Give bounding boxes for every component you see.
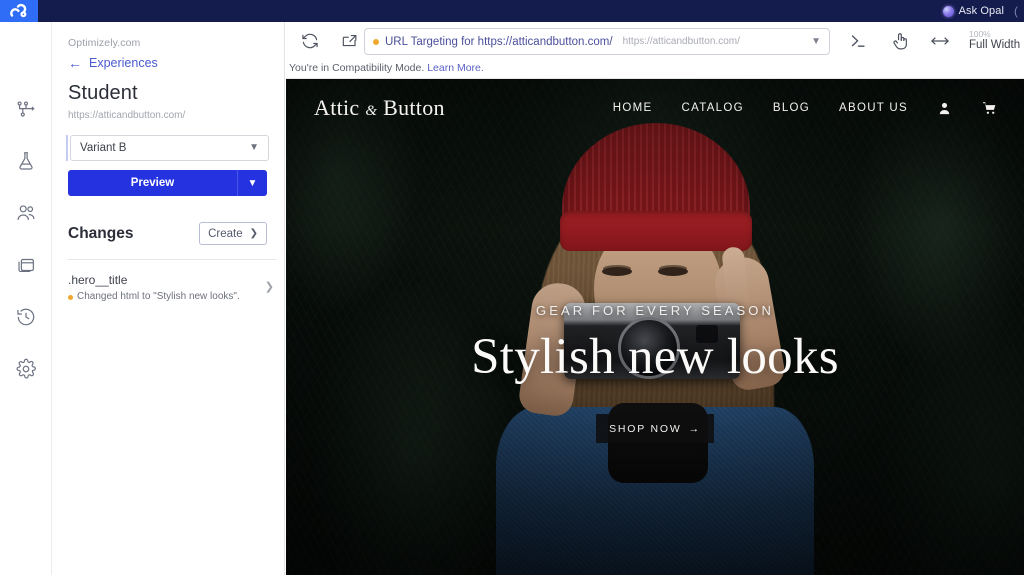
variant-accent-bar — [66, 135, 68, 161]
brand-word-2: Button — [383, 95, 445, 120]
learn-more-link[interactable]: Learn More. — [427, 62, 484, 74]
arrow-right-icon: → — [689, 423, 701, 435]
ask-opal-button[interactable]: Ask Opal — [943, 5, 1004, 17]
chevron-right-icon: ❯ — [265, 280, 274, 293]
status-dot-icon — [68, 295, 73, 300]
pages-icon[interactable] — [11, 250, 41, 280]
audiences-icon[interactable] — [11, 198, 41, 228]
user-icon[interactable] — [937, 101, 952, 116]
shop-now-button[interactable]: SHOP NOW → — [596, 414, 714, 443]
nav-item-home[interactable]: HOME — [613, 102, 653, 114]
history-icon[interactable] — [11, 302, 41, 332]
shopping-cart-icon[interactable] — [981, 100, 998, 116]
create-button-label: Create — [208, 228, 243, 240]
nav-item-catalog[interactable]: CATALOG — [682, 102, 744, 114]
horizontal-resize-icon[interactable] — [928, 28, 952, 54]
optimizely-logo[interactable] — [0, 0, 38, 22]
toolbar-left-icons — [300, 31, 362, 53]
ask-opal-label: Ask Opal — [959, 5, 1004, 17]
site-navigation: Attic & Button HOME CATALOG BLOG ABOUT U… — [286, 79, 1024, 137]
console-icon[interactable] — [846, 28, 870, 54]
hero-copy: GEAR FOR EVERY SEASON Stylish new looks … — [286, 303, 1024, 443]
panel-divider — [68, 259, 276, 260]
change-selector: .hero__title — [68, 273, 274, 287]
chevron-down-icon: ▼ — [249, 143, 259, 153]
url-value: https://atticandbutton.com/ — [623, 36, 812, 47]
variant-selector-wrap: Variant B ▼ — [68, 135, 268, 161]
url-targeting-bar[interactable]: URL Targeting for https://atticandbutton… — [364, 28, 830, 55]
arrow-left-icon: ← — [68, 56, 82, 70]
nav-item-blog[interactable]: BLOG — [773, 102, 810, 114]
toolbar-right-controls: 100% Full Width — [846, 28, 1020, 54]
flow-icon[interactable] — [11, 94, 41, 124]
hero-title: Stylish new looks — [286, 328, 1024, 386]
experience-url: https://atticandbutton.com/ — [68, 110, 268, 121]
url-targeting-label: URL Targeting for https://atticandbutton… — [385, 36, 613, 48]
chevron-down-icon: ▼ — [811, 36, 821, 47]
brand-word-1: Attic — [314, 95, 360, 120]
opal-orb-icon — [943, 6, 954, 17]
open-external-icon[interactable] — [340, 31, 362, 53]
preview-button-group: Preview ▼ — [68, 170, 267, 196]
change-description-row: Changed html to "Stylish new looks". — [68, 291, 274, 302]
app-top-bar: Ask Opal ( — [0, 0, 1024, 22]
project-label: Optimizely.com — [68, 37, 268, 49]
preview-button[interactable]: Preview — [68, 170, 237, 196]
nav-item-about-us[interactable]: ABOUT US — [839, 102, 908, 114]
list-item[interactable]: .hero__title Changed html to "Stylish ne… — [68, 273, 274, 302]
compatibility-mode-notice: You're in Compatibility Mode. Learn More… — [289, 62, 484, 74]
hand-pointer-icon[interactable] — [887, 28, 911, 54]
left-icon-rail — [0, 22, 52, 575]
viewport-width-control[interactable]: 100% Full Width — [969, 30, 1020, 52]
back-to-experiences-link[interactable]: ← Experiences — [68, 56, 268, 70]
status-dot-icon — [373, 39, 379, 45]
preview-stage[interactable]: Attic & Button HOME CATALOG BLOG ABOUT U… — [286, 79, 1024, 575]
zoom-percent: 100% — [969, 30, 991, 39]
change-description: Changed html to "Stylish new looks". — [77, 291, 240, 302]
experience-panel: Optimizely.com ← Experiences Student htt… — [52, 22, 285, 575]
hero-eyebrow: GEAR FOR EVERY SEASON — [286, 303, 1024, 318]
changes-header: Changes Create ❯ — [68, 222, 267, 245]
chevron-down-icon: ▼ — [248, 178, 258, 189]
back-link-label: Experiences — [89, 56, 158, 70]
hero-section: Attic & Button HOME CATALOG BLOG ABOUT U… — [286, 79, 1024, 575]
compat-text: You're in Compatibility Mode. — [289, 62, 424, 74]
settings-gear-icon[interactable] — [11, 354, 41, 384]
variant-select-value: Variant B — [80, 142, 126, 154]
brand-ampersand: & — [365, 103, 377, 119]
variant-select[interactable]: Variant B ▼ — [70, 135, 269, 161]
create-change-button[interactable]: Create ❯ — [199, 222, 267, 245]
nav-links: HOME CATALOG BLOG ABOUT US — [613, 100, 998, 116]
page-title: Student — [68, 82, 268, 105]
changes-title: Changes — [68, 225, 133, 243]
flask-icon[interactable] — [11, 146, 41, 176]
refresh-icon[interactable] — [300, 31, 322, 53]
chevron-right-icon: ❯ — [250, 229, 258, 239]
viewport-width-label: Full Width — [969, 39, 1020, 52]
preview-dropdown-button[interactable]: ▼ — [237, 170, 267, 196]
shop-now-label: SHOP NOW — [609, 423, 682, 435]
topbar-extra: ( — [1014, 4, 1018, 18]
site-logo[interactable]: Attic & Button — [314, 95, 445, 121]
